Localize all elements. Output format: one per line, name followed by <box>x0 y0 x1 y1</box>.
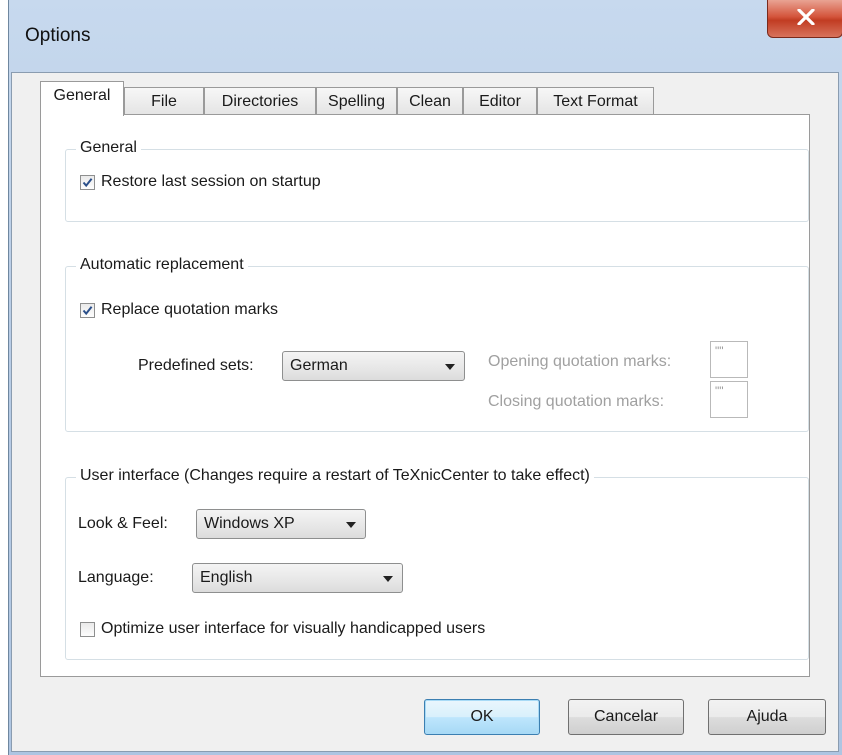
tab-clean[interactable]: Clean <box>397 87 463 115</box>
tab-text-format[interactable]: Text Format <box>537 87 654 115</box>
dialog-client-area: General File Directories Spelling Clean … <box>11 72 839 752</box>
checkbox-box[interactable] <box>80 174 95 190</box>
chevron-down-icon <box>346 522 356 528</box>
language-label: Language: <box>78 569 154 586</box>
dropdown-value: German <box>290 357 348 374</box>
opening-quotes-field[interactable]: "" <box>710 341 748 378</box>
closing-quotes-label: Closing quotation marks: <box>488 393 665 410</box>
window-title: Options <box>25 25 91 46</box>
tab-label: Spelling <box>328 93 385 110</box>
cancel-button[interactable]: Cancelar <box>568 699 684 735</box>
tab-editor[interactable]: Editor <box>463 87 537 115</box>
tab-label: File <box>151 93 177 110</box>
tab-directories[interactable]: Directories <box>204 87 316 115</box>
automatic-replacement-group: Automatic replacement Replace quotation … <box>65 256 809 432</box>
close-button[interactable] <box>767 0 842 38</box>
look-and-feel-dropdown[interactable]: Windows XP <box>196 509 366 539</box>
tab-label: Text Format <box>553 93 638 110</box>
look-and-feel-label: Look & Feel: <box>78 515 168 532</box>
predefined-sets-dropdown[interactable]: German <box>282 351 465 381</box>
checkbox-label: Optimize user interface for visually han… <box>101 620 486 637</box>
checkbox-box[interactable] <box>80 621 95 637</box>
group-title: Automatic replacement <box>76 256 248 274</box>
tab-label: General <box>53 87 111 104</box>
tab-label: Directories <box>221 93 299 110</box>
tab-file[interactable]: File <box>124 87 204 115</box>
user-interface-group: User interface (Changes require a restar… <box>65 467 809 660</box>
opening-quotes-label: Opening quotation marks: <box>488 353 672 370</box>
group-title: User interface (Changes require a restar… <box>76 467 594 485</box>
tab-label: Clean <box>409 93 451 110</box>
help-button[interactable]: Ajuda <box>708 699 826 735</box>
close-icon <box>797 9 815 25</box>
general-group: General Restore last session on startup <box>65 139 809 222</box>
checkbox-label: Restore last session on startup <box>101 173 321 190</box>
replace-quotes-checkbox[interactable]: Replace quotation marks <box>80 301 278 319</box>
dropdown-value: Windows XP <box>204 515 295 532</box>
checkbox-label: Replace quotation marks <box>101 301 278 318</box>
tab-panel-general: General Restore last session on startup … <box>40 114 810 677</box>
tab-general[interactable]: General <box>40 81 124 116</box>
title-bar[interactable]: Options <box>9 0 842 72</box>
group-title: General <box>76 139 141 157</box>
chevron-down-icon <box>445 364 455 370</box>
ok-button[interactable]: OK <box>424 699 540 735</box>
optimize-ui-checkbox[interactable]: Optimize user interface for visually han… <box>80 620 485 638</box>
restore-session-checkbox[interactable]: Restore last session on startup <box>80 173 321 191</box>
chevron-down-icon <box>383 576 393 582</box>
predefined-sets-label: Predefined sets: <box>138 357 254 374</box>
checkmark-icon <box>82 305 93 315</box>
language-dropdown[interactable]: English <box>192 563 403 593</box>
tab-spelling[interactable]: Spelling <box>316 87 397 115</box>
dialog-window: Options General File Directories Spellin… <box>8 0 842 755</box>
tab-label: Editor <box>479 93 521 110</box>
closing-quotes-field[interactable]: "" <box>710 381 748 418</box>
dropdown-value: English <box>200 569 253 586</box>
checkmark-icon <box>82 177 93 187</box>
checkbox-box[interactable] <box>80 302 95 318</box>
